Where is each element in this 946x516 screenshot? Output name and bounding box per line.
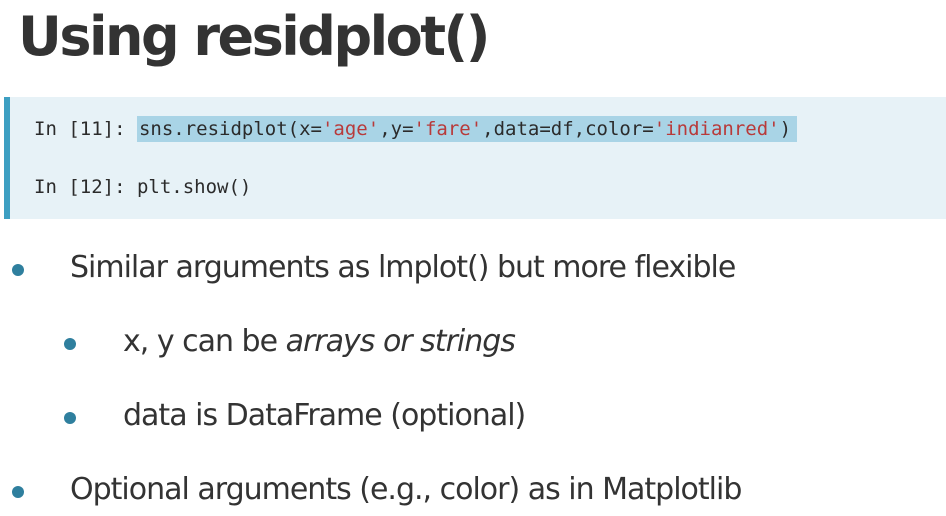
code-block: In [11]: sns.residplot(x='age',y='fare',… (4, 97, 946, 219)
code-string-indianred: 'indianred' (653, 118, 780, 140)
bullet-dot-icon (64, 338, 76, 350)
code-data-color-args: ,data=df,color= (482, 118, 654, 140)
bullet-dot-icon (12, 264, 24, 276)
bullet-text: Similar arguments as lmplot() but more f… (70, 250, 736, 285)
prompt-in-12: In [12]: (34, 176, 137, 198)
bullet-dot-icon (12, 486, 24, 498)
slide-title: Using residplot() (18, 5, 490, 68)
code-line-in-11: In [11]: sns.residplot(x='age',y='fare',… (34, 116, 798, 142)
code-y-arg: ,y= (379, 118, 414, 140)
code-close-paren: ) (779, 118, 792, 140)
prompt-in-11: In [11]: (34, 118, 137, 140)
highlighted-code: sns.residplot(x='age',y='fare',data=df,c… (136, 116, 798, 142)
code-string-fare: 'fare' (413, 118, 483, 140)
code-residplot-call: sns.residplot(x= (138, 118, 322, 140)
code-line-in-12: In [12]: plt.show() (34, 174, 251, 200)
bullet-text: data is DataFrame (optional) (123, 398, 526, 433)
bullet-text: x, y can be arrays or strings (123, 322, 516, 362)
bullet-dot-icon (64, 412, 76, 424)
bullet-text: Optional arguments (e.g., color) as in M… (70, 472, 742, 507)
code-string-age: 'age' (321, 118, 380, 140)
code-plt-show: plt.show() (136, 176, 252, 198)
bullet-text-plain: x, y can be (123, 324, 286, 359)
bullet-text-italic: arrays or strings (285, 324, 516, 359)
